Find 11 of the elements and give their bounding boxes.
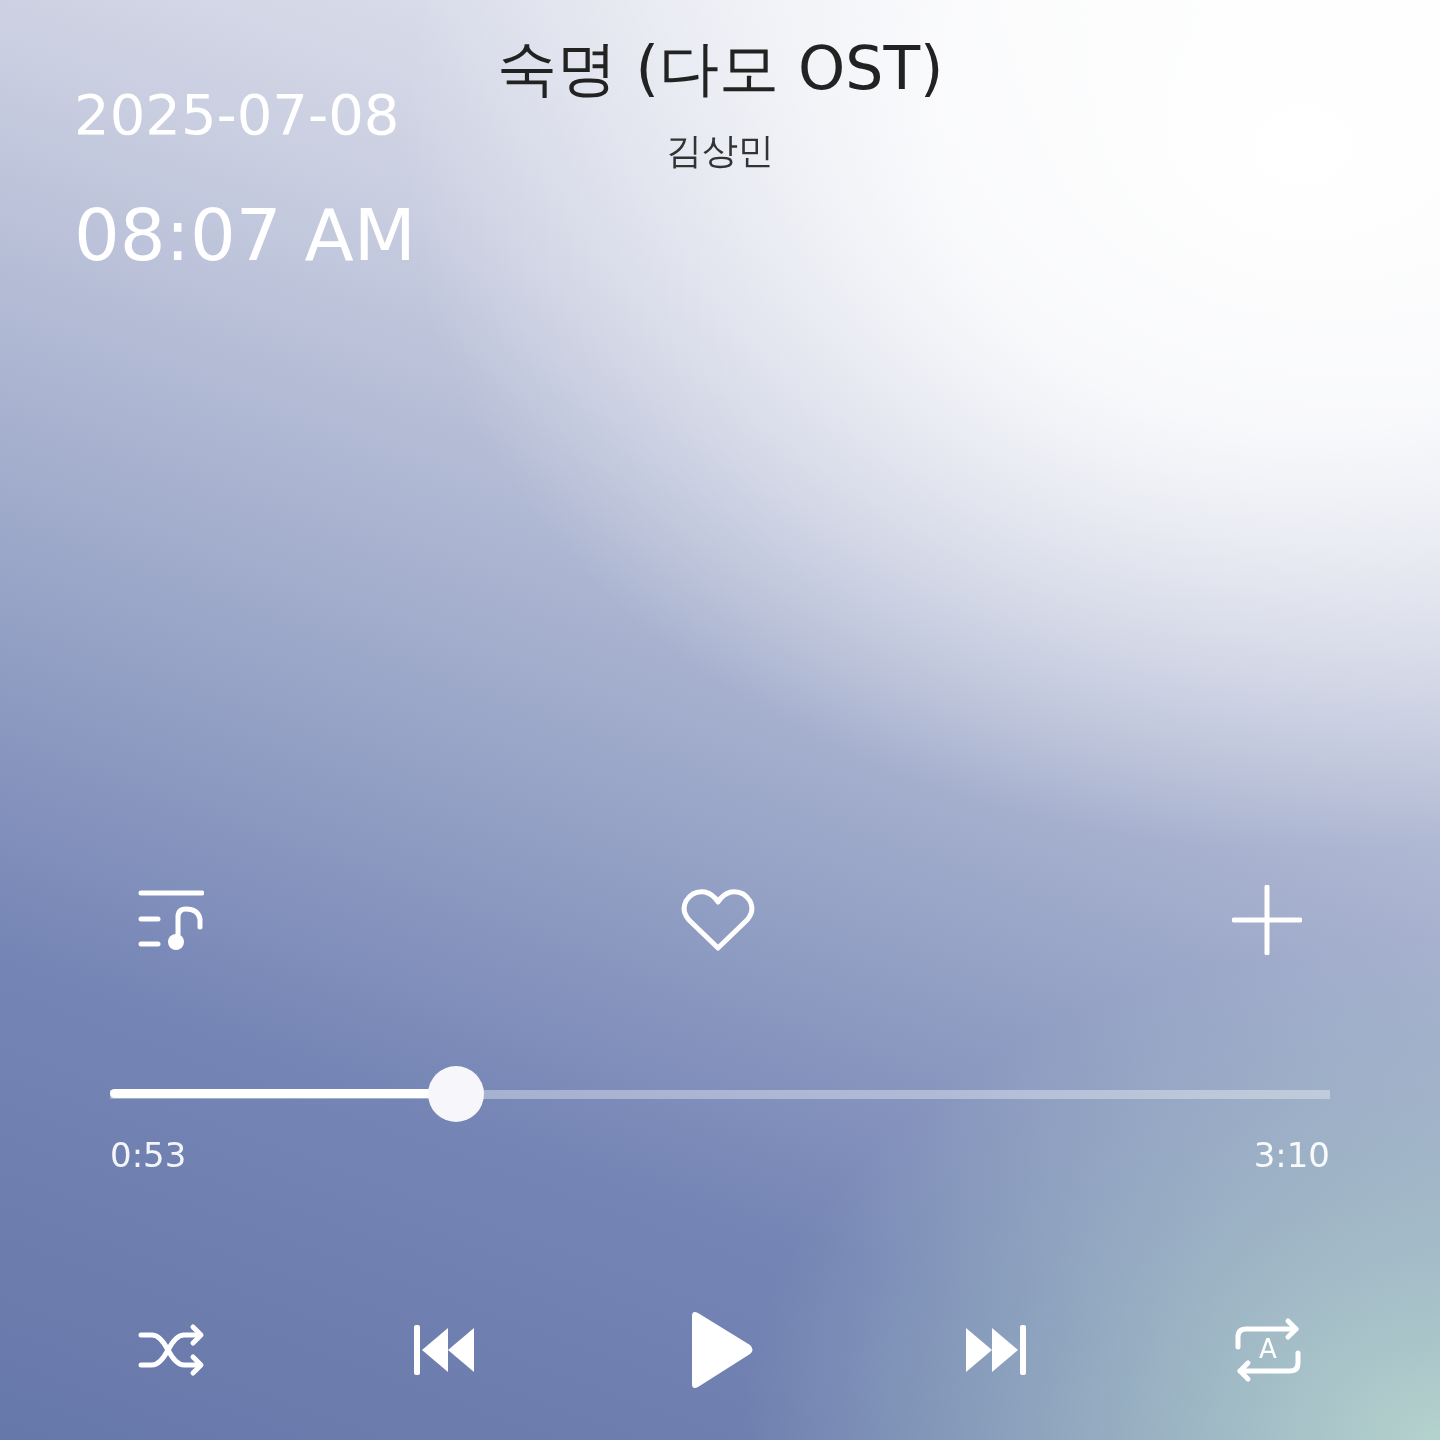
heart-icon[interactable] [681,888,755,952]
add-icon[interactable] [1232,885,1302,955]
song-title: 숙명 (다모 OST) [496,32,944,105]
total-duration: 3:10 [1253,1135,1330,1175]
date-text: 2025-07-08 [74,81,400,149]
playlist-icon[interactable] [138,889,204,951]
artist-name: 김상민 [666,129,774,173]
time-text: 08:07 AM [74,192,416,279]
repeat-icon [1234,1317,1302,1383]
elapsed-time: 0:53 [110,1135,187,1175]
repeat-button[interactable]: A [1234,1317,1302,1383]
